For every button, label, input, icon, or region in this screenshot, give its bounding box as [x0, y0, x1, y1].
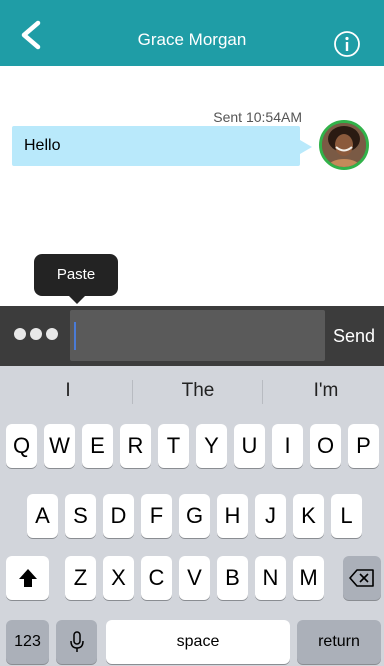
- key-u[interactable]: U: [234, 424, 265, 468]
- key-a[interactable]: A: [27, 494, 58, 538]
- key-x[interactable]: X: [103, 556, 134, 600]
- message-input[interactable]: [70, 310, 325, 361]
- key-y[interactable]: Y: [196, 424, 227, 468]
- avatar[interactable]: [319, 120, 369, 170]
- keyboard: I The I'm Q W E R T Y U I O P A S D F G …: [0, 366, 384, 666]
- key-q[interactable]: Q: [6, 424, 37, 468]
- key-n[interactable]: N: [255, 556, 286, 600]
- microphone-icon: [69, 631, 84, 652]
- message-text: Hello: [24, 137, 61, 154]
- space-key[interactable]: space: [106, 620, 290, 664]
- key-e[interactable]: E: [82, 424, 113, 468]
- key-m[interactable]: M: [293, 556, 324, 600]
- compose-bar: Send: [0, 306, 384, 366]
- paste-menu-arrow: [68, 295, 86, 304]
- key-g[interactable]: G: [179, 494, 210, 538]
- send-button[interactable]: Send: [333, 326, 375, 346]
- text-caret: [74, 322, 76, 350]
- return-key[interactable]: return: [297, 620, 381, 664]
- key-k[interactable]: K: [293, 494, 324, 538]
- paste-menu-item[interactable]: Paste: [34, 254, 118, 296]
- message-timestamp: Sent 10:54AM: [213, 109, 302, 125]
- key-p[interactable]: P: [348, 424, 379, 468]
- shift-icon: [18, 569, 37, 587]
- key-t[interactable]: T: [158, 424, 189, 468]
- key-i[interactable]: I: [272, 424, 303, 468]
- suggestion-1[interactable]: I: [4, 366, 132, 416]
- numbers-key[interactable]: 123: [6, 620, 49, 664]
- dictation-key[interactable]: [56, 620, 97, 664]
- key-l[interactable]: L: [331, 494, 362, 538]
- nav-header: Grace Morgan: [0, 0, 384, 66]
- more-dots-icon[interactable]: [14, 328, 60, 344]
- key-o[interactable]: O: [310, 424, 341, 468]
- key-j[interactable]: J: [255, 494, 286, 538]
- backspace-icon: [349, 569, 374, 587]
- key-c[interactable]: C: [141, 556, 172, 600]
- delete-key[interactable]: [343, 556, 381, 600]
- key-d[interactable]: D: [103, 494, 134, 538]
- page-title: Grace Morgan: [137, 30, 247, 49]
- suggestion-2[interactable]: The: [134, 366, 262, 416]
- avatar-image: [322, 123, 366, 167]
- bubble-tail: [300, 140, 312, 154]
- key-b[interactable]: B: [217, 556, 248, 600]
- key-r[interactable]: R: [120, 424, 151, 468]
- suggestion-3[interactable]: I'm: [262, 366, 384, 416]
- key-f[interactable]: F: [141, 494, 172, 538]
- key-w[interactable]: W: [44, 424, 75, 468]
- suggestion-bar: I The I'm: [0, 366, 384, 416]
- suggestion-divider: [132, 380, 133, 404]
- message-bubble[interactable]: Hello: [12, 126, 312, 166]
- shift-key[interactable]: [6, 556, 49, 600]
- info-icon[interactable]: [333, 30, 361, 58]
- key-z[interactable]: Z: [65, 556, 96, 600]
- key-h[interactable]: H: [217, 494, 248, 538]
- key-s[interactable]: S: [65, 494, 96, 538]
- key-v[interactable]: V: [179, 556, 210, 600]
